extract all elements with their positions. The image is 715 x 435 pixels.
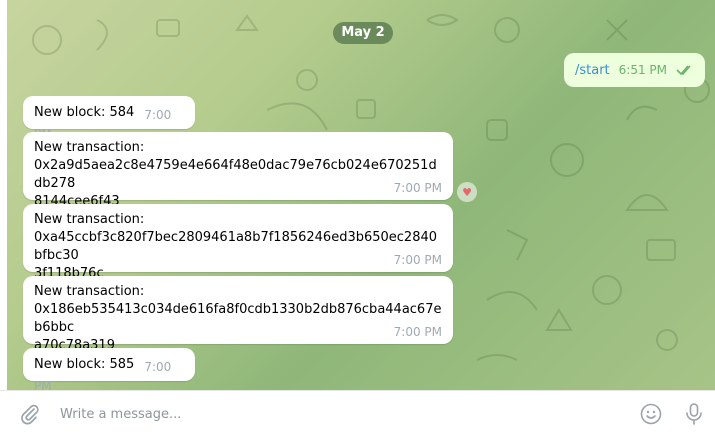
message-bubble[interactable]: New block: 5847:00 PM [23, 96, 195, 141]
message-time: 7:00 PM [393, 325, 442, 339]
microphone-icon[interactable] [684, 402, 704, 426]
message-bubble[interactable]: New transaction: 0x186eb535413c034de616f… [23, 276, 453, 353]
message-time: 6:51 PM [618, 63, 668, 77]
chat-area[interactable]: May 2 /start 6:51 PM New block: 584 7:00 … [7, 0, 715, 390]
message-time: 7:00 PM [393, 253, 442, 267]
bot-command-link[interactable]: /start [575, 63, 610, 78]
message-input[interactable]: Write a message... [60, 407, 181, 422]
message-time: 7:00 PM [393, 181, 442, 195]
heart-reaction-icon[interactable]: ♥ [457, 182, 477, 202]
date-separator: May 2 [333, 22, 393, 44]
message-text: New transaction: 0x2a9d5aea2c8e4759e4e66… [34, 140, 437, 209]
smile-icon[interactable] [640, 403, 662, 425]
message-bubble[interactable]: New transaction: 0x2a9d5aea2c8e4759e4e66… [23, 132, 453, 209]
message-text: New block: 584 [34, 105, 135, 120]
message-bubble[interactable]: New block: 585 7:00 PM [23, 348, 195, 390]
message-bubble[interactable]: New transaction: 0xa45ccbf3c820f7bec2809… [23, 204, 453, 281]
message-text: New transaction: 0xa45ccbf3c820f7bec2809… [34, 212, 438, 281]
outgoing-message[interactable]: /start 6:51 PM [564, 53, 706, 87]
message-text: New transaction: 0x186eb535413c034de616f… [34, 284, 442, 353]
message-composer: Write a message... [0, 390, 715, 435]
message-text: New block: 585 [34, 357, 135, 372]
paperclip-icon[interactable] [19, 403, 41, 425]
double-check-icon [676, 65, 691, 76]
